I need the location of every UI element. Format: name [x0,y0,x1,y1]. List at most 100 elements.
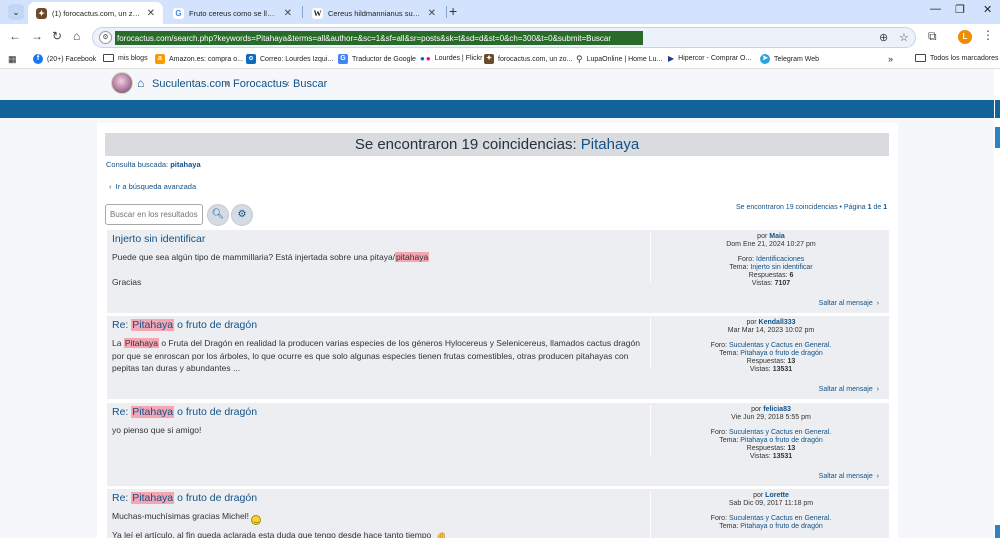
search-result: Re: Pitahaya o fruto de dragón La Pitaha… [107,316,889,399]
hipercor-icon: ▶ [668,54,675,63]
bookmark-translate[interactable]: G Traductor de Google [338,54,416,64]
breadcrumb-suculentas[interactable]: Suculentas.com [152,78,230,90]
telegram-icon: ➤ [760,54,770,64]
scrollbar-marker [995,525,1000,538]
author-link[interactable]: felicia83 [763,406,791,413]
profile-avatar[interactable]: L [958,30,972,44]
tab-wikipedia[interactable]: W Cereus hildmannianus subsp. urug ✕ [304,2,444,24]
breadcrumb-buscar[interactable]: Buscar [293,78,327,90]
advanced-search-link[interactable]: ‹ Ir a búsqueda avanzada [109,182,196,191]
scrollbar-thumb[interactable] [995,127,1000,148]
bookmark-hipercor[interactable]: ▶ Hipercor - Comprar O... [668,54,751,63]
reload-icon[interactable]: ↻ [52,29,62,43]
zoom-icon[interactable]: ⊕ [879,31,888,44]
tab-forocactus[interactable]: ✦ (1) forocactus.com, un zoco en el c ✕ [28,2,163,24]
bookmark-outlook[interactable]: o Correo: Lourdes Izqui... [246,54,333,64]
bookmark-forocactus[interactable]: ✦ forocactus.com, un zo... [484,54,572,64]
bookmark-flickr[interactable]: ● ● Lourdes | Flickr [420,54,482,63]
topic-link[interactable]: Pitahaya o fruto de dragón [740,523,823,530]
tab-title: Fruto cereus como se llama - Busc [189,8,279,18]
result-title-link[interactable]: Re: Pitahaya o fruto de dragón [112,406,257,418]
raised-hands-emoji-icon: ✋ [434,530,451,538]
forum-link[interactable]: Suculentas y Cactus en General. [729,515,831,522]
new-tab-plus-icon[interactable]: + [449,3,457,19]
search-results-input[interactable] [105,204,203,225]
result-title-link[interactable]: Re: Pitahaya o fruto de dragón [112,492,257,504]
tab-google-search[interactable]: G Fruto cereus como se llama - Busc ✕ [165,2,300,24]
post-date: Sab Dic 09, 2017 11:18 pm [728,500,814,508]
chevron-right-icon: › [876,473,879,480]
author-link[interactable]: Lorette [765,492,789,499]
restore-icon[interactable]: ❐ [955,3,965,16]
apps-grid-icon[interactable]: ▦ [8,54,17,65]
advanced-options-button[interactable]: ⚙ [231,204,253,226]
close-window-icon[interactable]: ✕ [983,3,992,16]
folder-icon [915,54,926,62]
forum-link[interactable]: Identificaciones [756,256,804,263]
result-snippet: Muchas-muchísimas gracias Michel! ‿ Ya l… [112,510,642,538]
bookmark-star-icon[interactable]: ☆ [899,31,909,44]
site-logo[interactable] [111,72,133,94]
navbar-strip [0,100,1000,118]
bookmark-mis-blogs[interactable]: mis blogs [103,54,148,62]
result-snippet: La Pitahaya o Fruta del Dragón en realid… [112,338,640,373]
column-divider [650,318,651,368]
column-divider [650,405,651,455]
outlook-icon: o [246,54,256,64]
chevron-left-icon: ‹ [109,182,112,191]
jump-to-post-link[interactable]: Saltar al mensaje › [819,473,879,480]
breadcrumb-separator: ‹ [226,78,230,90]
back-arrow-icon[interactable]: ← [9,29,21,43]
forum-link[interactable]: Suculentas y Cactus en General. [729,342,831,349]
search-icon: 🔍︎ [211,209,225,220]
bookmark-telegram[interactable]: ➤ Telegram Web [760,54,819,64]
forum-link[interactable]: Suculentas y Cactus en General. [729,429,831,436]
breadcrumb-forocactus[interactable]: Forocactus [233,78,287,90]
jump-to-post-link[interactable]: Saltar al mensaje › [819,386,879,393]
highlighted-term: Pitahaya [123,338,159,348]
bookmark-lupaonline[interactable]: ⚲ LupaOnline | Home Lu... [576,54,662,65]
tab-close-icon[interactable]: ✕ [147,8,155,19]
search-button[interactable]: 🔍︎ [207,204,229,226]
tab-close-icon[interactable]: ✕ [284,8,292,19]
bookmark-amazon[interactable]: a Amazon.es: compra o... [155,54,243,64]
wikipedia-favicon-icon: W [312,7,323,19]
author-link[interactable]: Maia [769,233,785,240]
topic-link[interactable]: Pitahaya o fruto de dragón [740,437,823,444]
search-term-link[interactable]: Pitahaya [581,136,639,153]
chevron-right-icon: › [876,386,879,393]
home-icon[interactable]: ⌂ [137,76,144,90]
forocactus-icon: ✦ [484,54,494,64]
result-meta: por felicia83 Vie Jun 29, 2018 5:55 pm F… [659,406,883,462]
all-bookmarks-folder[interactable]: Todos los marcadores [915,54,998,62]
bookmark-facebook[interactable]: f (20+) Facebook [33,54,96,64]
extensions-icon[interactable]: ⧉ [928,29,937,44]
result-snippet: Puede que sea algún tipo de mammillaria?… [112,252,430,287]
page-title: Se encontraron 19 coincidencias: Pitahay… [105,133,889,156]
url-input[interactable] [115,31,643,45]
query-value[interactable]: pitahaya [170,160,200,169]
site-info-icon[interactable]: ⚙ [99,31,112,44]
topic-link[interactable]: Pitahaya o fruto de dragón [740,350,823,357]
jump-to-post-link[interactable]: Saltar al mensaje › [819,300,879,307]
address-bar[interactable]: ⚙ ⊕ ☆ [92,27,916,48]
forocactus-favicon-icon: ✦ [36,7,47,19]
tab-close-icon[interactable]: ✕ [428,8,436,19]
bookmarks-overflow-icon[interactable]: » [888,54,893,64]
search-result: Injerto sin identificar Puede que sea al… [107,230,889,313]
topic-link[interactable]: Injerto sin identificar [750,264,812,271]
minimize-icon[interactable]: — [930,3,941,15]
author-link[interactable]: Kendall333 [759,319,796,326]
facebook-icon: f [33,54,43,64]
search-result: Re: Pitahaya o fruto de dragón yo pienso… [107,403,889,486]
tab-search-chevron-icon[interactable]: ⌄ [8,4,24,20]
column-divider [650,491,651,538]
forward-arrow-icon[interactable]: → [31,29,43,43]
result-title-link[interactable]: Injerto sin identificar [112,233,205,245]
tab-separator [446,6,447,18]
chevron-right-icon: › [876,300,879,307]
post-date: Dom Ene 21, 2024 10:27 pm [726,241,816,249]
browser-menu-icon[interactable]: ⋮ [982,28,994,42]
home-icon[interactable]: ⌂ [73,29,80,43]
result-title-link[interactable]: Re: Pitahaya o fruto de dragón [112,319,257,331]
